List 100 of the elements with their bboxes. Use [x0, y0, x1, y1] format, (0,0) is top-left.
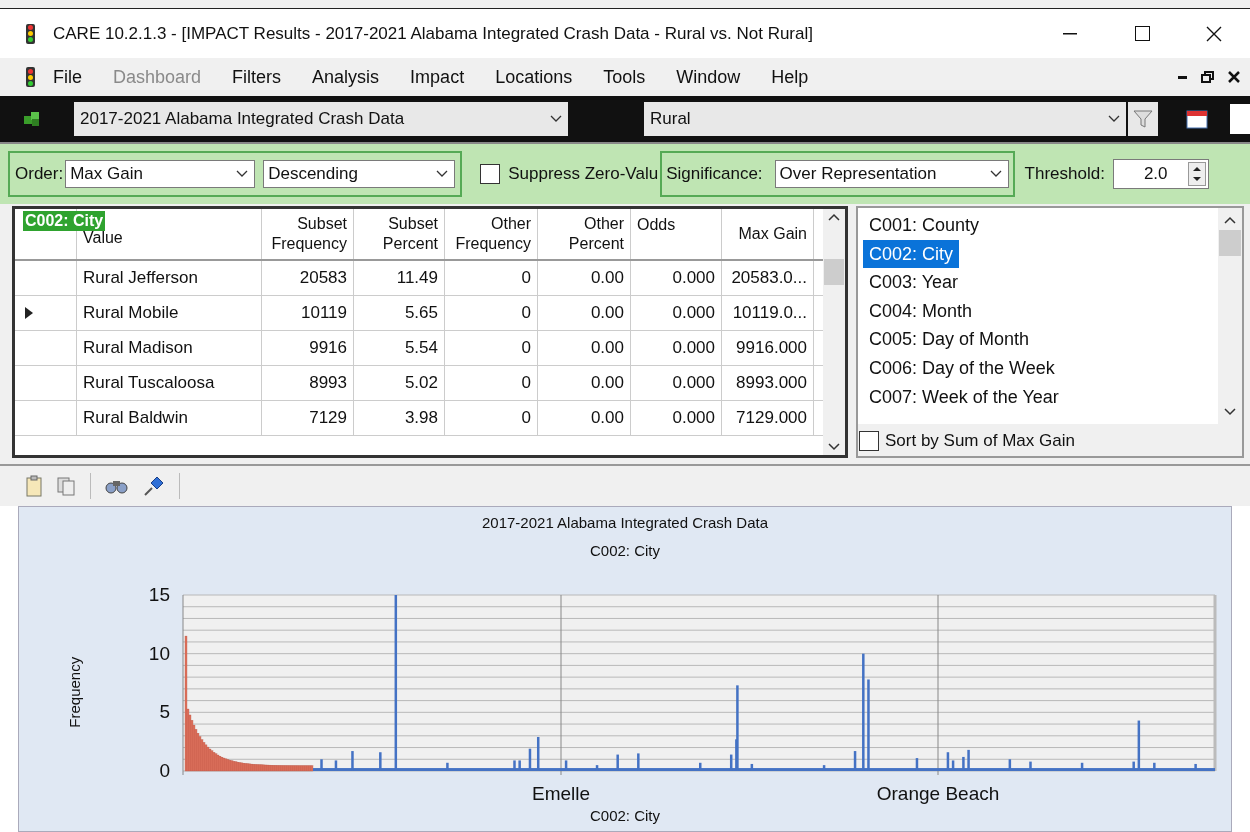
suppress-checkbox[interactable]: [480, 164, 501, 184]
table-cell: 0.00: [538, 296, 631, 330]
current-row-icon: [25, 307, 33, 319]
x-axis-tick-label: Emelle: [531, 783, 591, 805]
table-cell: 0.000: [631, 261, 722, 295]
category-badge: C002: City: [23, 211, 106, 231]
menu-item[interactable]: File: [53, 63, 82, 91]
table-cell: 0.00: [538, 261, 631, 295]
direction-dropdown[interactable]: Descending: [263, 160, 456, 188]
column-header[interactable]: Max Gain: [722, 209, 814, 259]
table-cell: 20583: [262, 261, 354, 295]
table-cell: 0.00: [538, 401, 631, 435]
table-cell: Rural Jefferson: [77, 261, 262, 295]
list-item[interactable]: C002: City: [863, 239, 960, 269]
chevron-down-icon: [1108, 115, 1120, 123]
table-cell: 3.98: [354, 401, 445, 435]
menu-item[interactable]: Help: [771, 63, 809, 91]
table-cell: 0.000: [631, 331, 722, 365]
spinner-arrows-icon: [1187, 162, 1206, 186]
menu-item[interactable]: Impact: [410, 63, 465, 91]
y-axis-label: Frequency: [65, 656, 85, 728]
window-title: CARE 10.2.1.3 - [IMPACT Results - 2017-2021 Alabama Integrated Crash Data - Rural vs. Not Rural]: [53, 22, 813, 45]
menu-item[interactable]: Locations: [495, 63, 573, 91]
table-cell: Rural Madison: [77, 331, 262, 365]
suppress-label: Suppress Zero-Valu: [508, 163, 660, 186]
table-cell: 0: [445, 261, 538, 295]
calendar-icon[interactable]: [1186, 109, 1208, 129]
column-header[interactable]: Odds: [631, 209, 722, 259]
chevron-down-icon: [236, 170, 249, 178]
chart-title: 2017-2021 Alabama Integrated Crash Data: [482, 513, 768, 533]
order-dropdown[interactable]: Max Gain: [65, 160, 256, 188]
traffic-light-icon: [26, 23, 35, 44]
table-cell: 0.00: [538, 366, 631, 400]
maximize-icon: [1134, 26, 1150, 41]
table-cell: 5.65: [354, 296, 445, 330]
list-item[interactable]: C005: Day of Month: [863, 325, 1036, 354]
table-cell: 0: [445, 296, 538, 330]
table-cell: 0: [445, 366, 538, 400]
minimize-icon[interactable]: [1178, 75, 1187, 79]
table-cell: 8993: [262, 366, 354, 400]
clipboard-icon[interactable]: [26, 475, 42, 497]
menu-item[interactable]: Analysis: [312, 63, 380, 91]
y-axis-tick-label: 0: [159, 761, 170, 781]
table-cell: 0: [445, 401, 538, 435]
dataset-dropdown[interactable]: 2017-2021 Alabama Integrated Crash Data: [74, 102, 568, 136]
restore-icon[interactable]: [1201, 71, 1214, 83]
y-axis-tick-label: 5: [159, 702, 170, 723]
menu-item[interactable]: Tools: [603, 63, 646, 91]
copy-icon[interactable]: [56, 476, 76, 496]
table-cell: 10119: [262, 296, 354, 330]
chart-subtitle: C002: City: [590, 541, 660, 561]
table-cell: 9916: [262, 331, 354, 365]
sort-label: Sort by Sum of Max Gain: [885, 430, 1075, 452]
column-header[interactable]: Other Frequency: [445, 209, 538, 259]
funnel-icon: [1133, 109, 1153, 129]
chevron-up-icon: [828, 213, 840, 221]
minimize-icon: [1063, 32, 1077, 35]
order-label: Order:: [15, 163, 64, 186]
table-cell: 20583.0...: [722, 261, 814, 295]
x-axis-tick-label: Orange Beach: [876, 783, 1000, 805]
table-cell: 9916.000: [722, 331, 814, 365]
list-item[interactable]: C007: Week of the Year: [863, 382, 1065, 412]
funnel-button[interactable]: [1128, 102, 1158, 136]
scrollbar-thumb[interactable]: [824, 259, 844, 285]
y-axis-tick-label: 15: [148, 585, 170, 605]
filter-dropdown[interactable]: Rural: [644, 102, 1126, 136]
list-item[interactable]: C004: Month: [863, 296, 979, 326]
table-cell: 5.54: [354, 331, 445, 365]
list-item[interactable]: C001: County: [863, 211, 986, 240]
column-header[interactable]: Subset Percent: [354, 209, 445, 259]
list-item[interactable]: C003: Year: [863, 268, 965, 297]
close-icon: [1206, 25, 1222, 42]
table-cell: Rural Mobile: [77, 296, 262, 330]
menu-item[interactable]: Filters: [232, 63, 282, 91]
traffic-light-icon: [26, 67, 35, 87]
table-cell: 7129.000: [722, 401, 814, 435]
vertical-scrollbar[interactable]: [823, 209, 845, 455]
pushpin-icon[interactable]: [143, 475, 165, 497]
scrollbar-thumb[interactable]: [1219, 230, 1241, 256]
table-cell: 0.00: [538, 331, 631, 365]
x-axis-label: C002: City: [590, 807, 660, 825]
threshold-spinner[interactable]: 2.0: [1112, 159, 1209, 189]
column-header[interactable]: Other Percent: [538, 209, 631, 259]
chevron-down-icon: [436, 170, 449, 178]
vertical-scrollbar[interactable]: [1218, 208, 1242, 424]
chevron-down-icon: [550, 115, 562, 123]
sort-checkbox[interactable]: [859, 430, 879, 451]
cubes-icon: [22, 110, 42, 128]
table-cell: 0: [445, 331, 538, 365]
chevron-up-icon: [1224, 216, 1236, 224]
column-header[interactable]: Subset Frequency: [262, 209, 354, 259]
table-cell: 7129: [262, 401, 354, 435]
table-cell: Rural Tuscaloosa: [77, 366, 262, 400]
significance-dropdown[interactable]: Over Representation: [774, 160, 1009, 188]
list-item[interactable]: C006: Day of the Week: [863, 353, 1061, 383]
close-icon[interactable]: [1228, 71, 1240, 83]
menu-item[interactable]: Window: [676, 63, 741, 91]
input-field[interactable]: [1230, 104, 1250, 134]
table-cell: 0.000: [631, 401, 722, 435]
chevron-down-icon: [828, 443, 840, 451]
